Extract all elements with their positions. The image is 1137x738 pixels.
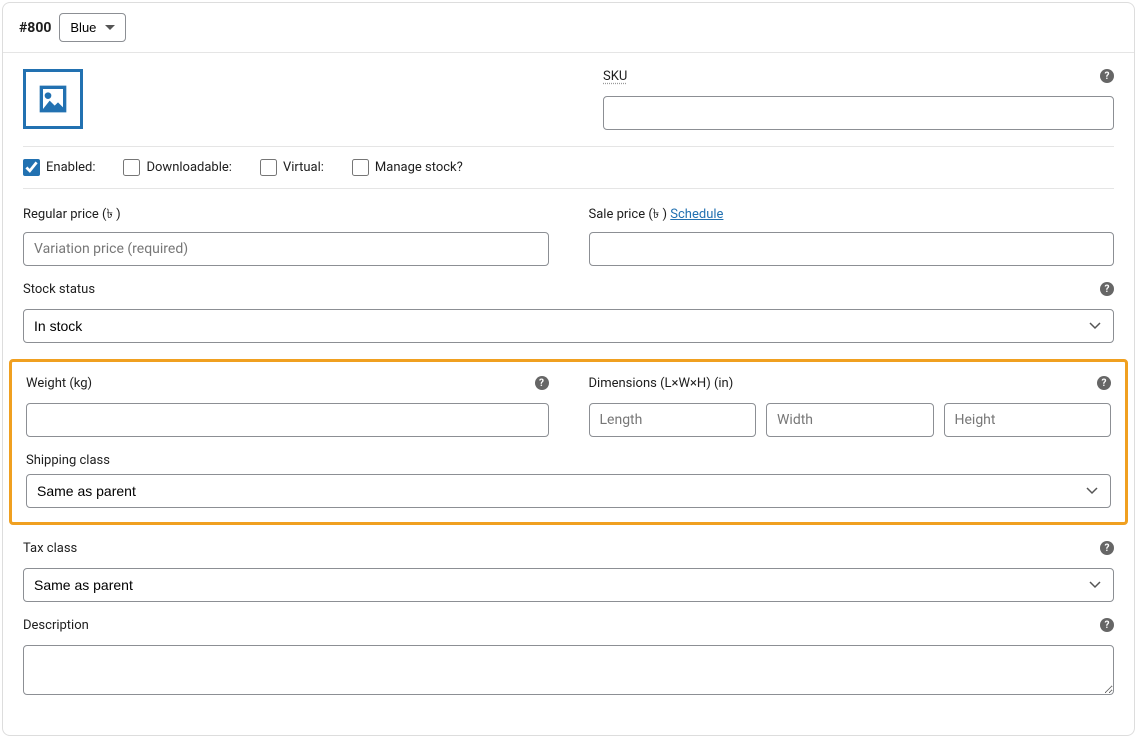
variation-panel: #800 Blue SKU ? Enabled: [2, 2, 1135, 736]
manage-stock-checkbox[interactable] [352, 159, 369, 176]
description-textarea[interactable] [23, 645, 1114, 695]
downloadable-checkbox[interactable] [123, 159, 140, 176]
sku-input[interactable] [603, 96, 1114, 130]
sale-price-input[interactable] [589, 232, 1115, 266]
shipping-class-select[interactable]: Same as parent [26, 474, 1111, 508]
help-icon[interactable]: ? [1100, 69, 1114, 83]
variation-image-upload[interactable] [23, 69, 83, 129]
image-placeholder-icon [33, 79, 73, 119]
shipping-highlighted-section: Weight (kg) ? Dimensions (L×W×H) (in) ? [9, 359, 1128, 525]
help-icon[interactable]: ? [1100, 541, 1114, 555]
regular-price-label: Regular price (৳ ) [23, 205, 549, 226]
dimensions-label: Dimensions (L×W×H) (in) [589, 376, 734, 391]
help-icon[interactable]: ? [1100, 282, 1114, 296]
enabled-checkbox[interactable] [23, 159, 40, 176]
help-icon[interactable]: ? [1097, 376, 1111, 390]
sale-price-label: Sale price (৳ ) [589, 207, 668, 222]
help-icon[interactable]: ? [535, 376, 549, 390]
enabled-label[interactable]: Enabled: [46, 160, 95, 175]
virtual-checkbox[interactable] [260, 159, 277, 176]
downloadable-label[interactable]: Downloadable: [146, 160, 231, 175]
virtual-label[interactable]: Virtual: [283, 160, 324, 175]
attribute-select[interactable]: Blue [59, 13, 126, 42]
length-input[interactable] [589, 403, 757, 437]
description-label: Description [23, 618, 89, 633]
manage-stock-label[interactable]: Manage stock? [375, 160, 463, 175]
width-input[interactable] [766, 403, 934, 437]
tax-class-label: Tax class [23, 541, 77, 556]
tax-class-select[interactable]: Same as parent [23, 568, 1114, 602]
variation-id: #800 [19, 20, 51, 36]
checkbox-row: Enabled: Downloadable: Virtual: Manage s… [23, 146, 1114, 189]
stock-status-label: Stock status [23, 282, 95, 297]
weight-label: Weight (kg) [26, 376, 92, 391]
height-input[interactable] [944, 403, 1112, 437]
stock-status-select[interactable]: In stock [23, 309, 1114, 343]
variation-header: #800 Blue [3, 3, 1134, 53]
schedule-link[interactable]: Schedule [670, 207, 723, 222]
help-icon[interactable]: ? [1100, 618, 1114, 632]
shipping-class-label: Shipping class [26, 453, 1111, 468]
sku-label: SKU [603, 69, 627, 84]
regular-price-input[interactable] [23, 232, 549, 266]
weight-input[interactable] [26, 403, 549, 437]
